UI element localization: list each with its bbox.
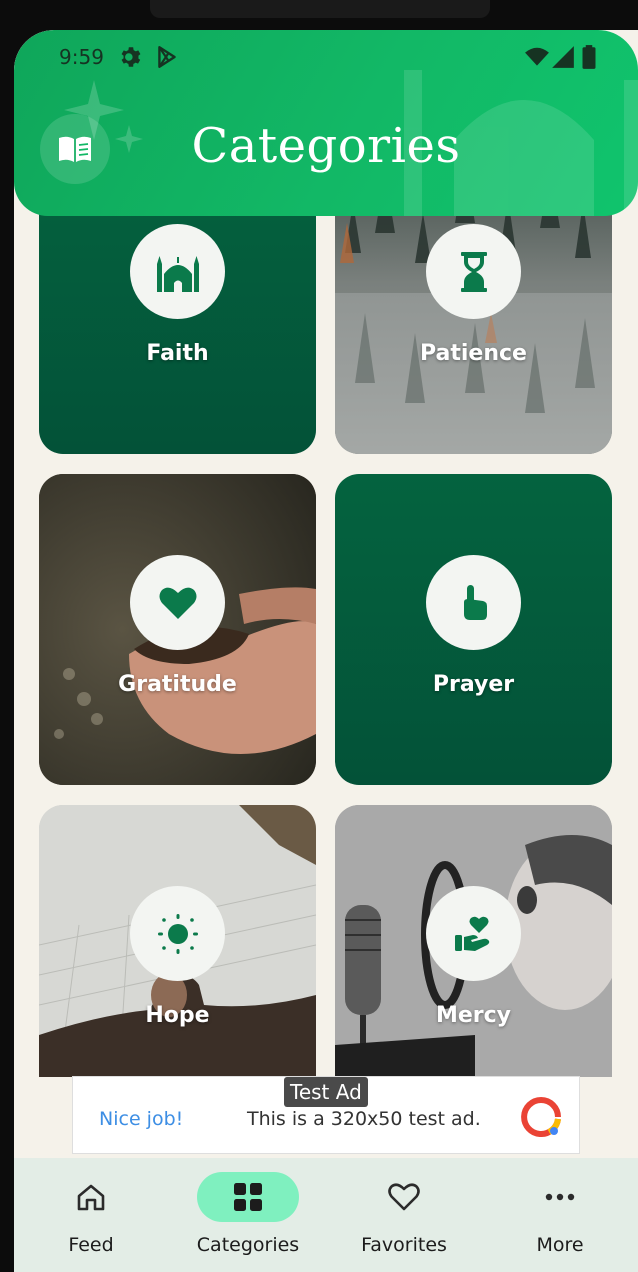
nav-item-feed[interactable]: Feed: [21, 1158, 161, 1272]
category-icon-circle: [426, 224, 521, 319]
device-frame: Faith Patience Gratitude Prayer Hope Mer…: [0, 0, 638, 1272]
category-card-prayer[interactable]: Prayer: [335, 474, 612, 785]
app-header: 9:59 Categories: [14, 30, 638, 216]
nav-pill: [40, 1172, 142, 1222]
category-label: Mercy: [435, 1003, 512, 1028]
nav-pill-active: [197, 1172, 299, 1222]
wifi-icon: [525, 47, 549, 66]
nav-item-categories[interactable]: Categories: [178, 1158, 318, 1272]
hand-heart-icon: [454, 916, 489, 951]
test-ad-tag: Test Ad: [284, 1077, 368, 1107]
category-card-hope[interactable]: Hope: [39, 805, 316, 1077]
status-bar: 9:59: [14, 30, 638, 86]
battery-icon: [582, 45, 596, 69]
nav-label: Feed: [68, 1234, 114, 1256]
category-card-mercy[interactable]: Mercy: [335, 805, 612, 1077]
nav-label: More: [536, 1234, 584, 1256]
nav-label: Favorites: [361, 1234, 447, 1256]
category-icon-circle: [426, 555, 521, 650]
app-screen: Faith Patience Gratitude Prayer Hope Mer…: [14, 30, 638, 1272]
category-label: Gratitude: [118, 672, 237, 697]
category-card-gratitude[interactable]: Gratitude: [39, 474, 316, 785]
pointing-hand-icon: [463, 584, 487, 620]
ad-body: This is a 320x50 test ad.: [247, 1108, 481, 1130]
category-icon-circle: [130, 224, 225, 319]
mosque-icon: [156, 255, 199, 292]
nav-item-favorites[interactable]: Favorites: [334, 1158, 474, 1272]
play-store-icon: [158, 46, 176, 68]
bottom-navigation: Feed Categories Favorites More: [14, 1158, 638, 1272]
ad-logo-icon: [521, 1097, 561, 1137]
page-title: Categories: [191, 118, 461, 174]
gear-icon: [121, 47, 141, 67]
grid-icon: [234, 1183, 262, 1211]
heart-outline-icon: [388, 1183, 420, 1211]
more-dots-icon: [545, 1193, 575, 1201]
ad-headline: Nice job!: [99, 1108, 184, 1130]
sun-icon: [157, 913, 198, 954]
home-icon: [77, 1184, 105, 1211]
category-label: Hope: [145, 1003, 210, 1028]
status-time: 9:59: [59, 45, 104, 69]
signal-icon: [552, 46, 574, 68]
heart-icon: [159, 587, 196, 619]
category-icon-circle: [130, 886, 225, 981]
category-icon-circle: [426, 886, 521, 981]
nav-pill: [509, 1172, 611, 1222]
category-label: Prayer: [432, 672, 515, 697]
nav-pill: [353, 1172, 455, 1222]
camera-notch: [150, 0, 490, 18]
category-icon-circle: [130, 555, 225, 650]
nav-label: Categories: [196, 1234, 300, 1256]
category-label: Faith: [146, 341, 209, 366]
hourglass-icon: [460, 251, 487, 292]
nav-item-more[interactable]: More: [490, 1158, 630, 1272]
category-label: Patience: [420, 341, 527, 366]
